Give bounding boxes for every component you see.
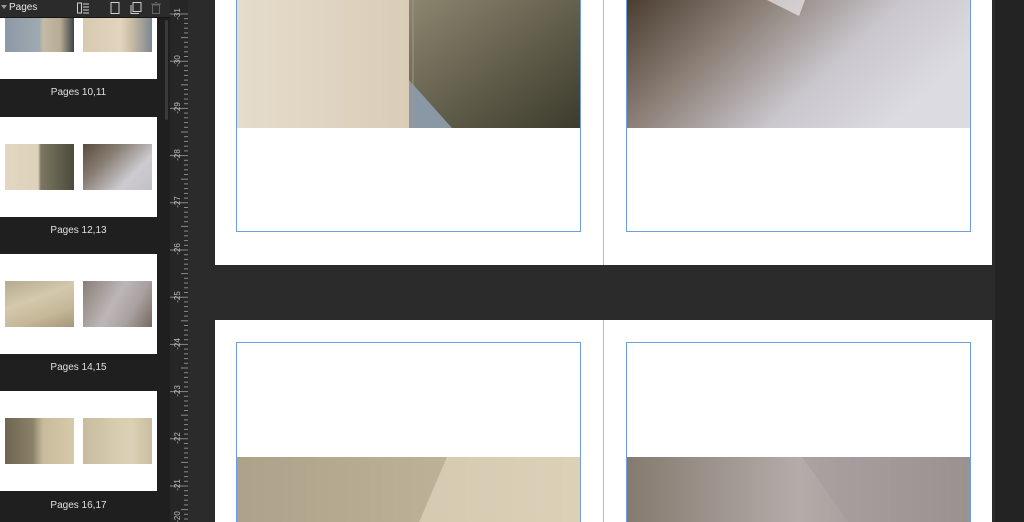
- vertical-ruler: -31 -30 -29 -28 -27 -26 -25 -24 -23 -22 …: [170, 0, 188, 522]
- wall-corner-photo: [237, 0, 580, 128]
- ruler-label: -21: [173, 479, 182, 491]
- ruler-label: -27: [173, 196, 182, 208]
- collapse-triangle-icon[interactable]: [1, 5, 7, 9]
- ruler-label: -20: [173, 511, 182, 522]
- page-thumbnail-14[interactable]: [5, 281, 74, 327]
- ruler-label: -23: [173, 385, 182, 397]
- spread-thumbnail-12-13[interactable]: [0, 117, 157, 217]
- document-canvas[interactable]: [188, 0, 1024, 522]
- photo-frame-right[interactable]: [627, 0, 970, 128]
- photo-frame-left[interactable]: [237, 0, 580, 128]
- photo-frame-right[interactable]: [627, 457, 970, 522]
- spread-lower[interactable]: [215, 320, 992, 522]
- spread-spine: [603, 0, 604, 265]
- spread-label: Pages 12,13: [50, 225, 107, 236]
- page-thumbnail-16[interactable]: [5, 418, 74, 464]
- ruler-label: -25: [173, 291, 182, 303]
- wall-corner-photo: [627, 0, 970, 128]
- duplicate-page-icon[interactable]: [130, 2, 142, 14]
- ruler-label: -30: [173, 55, 182, 67]
- spread-thumbnail-16-17[interactable]: [0, 391, 157, 491]
- pages-panel: Pages Pages 10,11 Pages 12,13 Pages 14,1…: [0, 0, 170, 522]
- photo-frame-left[interactable]: [237, 457, 580, 522]
- wall-corner-photo: [627, 457, 970, 522]
- ruler-label: -28: [173, 149, 182, 161]
- ruler-label: -22: [173, 432, 182, 444]
- delete-icon[interactable]: [150, 2, 162, 14]
- ruler-label: -31: [173, 8, 182, 20]
- page-thumbnail-15[interactable]: [83, 281, 152, 327]
- page-thumbnail-12[interactable]: [5, 144, 74, 190]
- spread-thumbnail-14-15[interactable]: [0, 254, 157, 354]
- spread-label: Pages 16,17: [50, 500, 107, 511]
- spread-spine: [603, 320, 604, 522]
- pages-panel-header: Pages: [0, 0, 170, 18]
- page-thumbnail-17[interactable]: [83, 418, 152, 464]
- wall-corner-photo: [237, 457, 580, 522]
- ruler-label: -24: [173, 338, 182, 350]
- pages-panel-title: Pages: [9, 2, 38, 13]
- spread-upper[interactable]: [215, 0, 992, 265]
- single-page-icon[interactable]: [109, 2, 121, 14]
- ruler-label: -29: [173, 102, 182, 114]
- ruler-label: -26: [173, 243, 182, 255]
- page-thumbnail-13[interactable]: [83, 144, 152, 190]
- page-list-icon[interactable]: [77, 2, 89, 14]
- panel-scrollbar[interactable]: [165, 20, 168, 120]
- canvas-scrollbar[interactable]: [995, 0, 1024, 522]
- spread-label: Pages 14,15: [50, 362, 107, 373]
- spread-label: Pages 10,11: [50, 87, 107, 98]
